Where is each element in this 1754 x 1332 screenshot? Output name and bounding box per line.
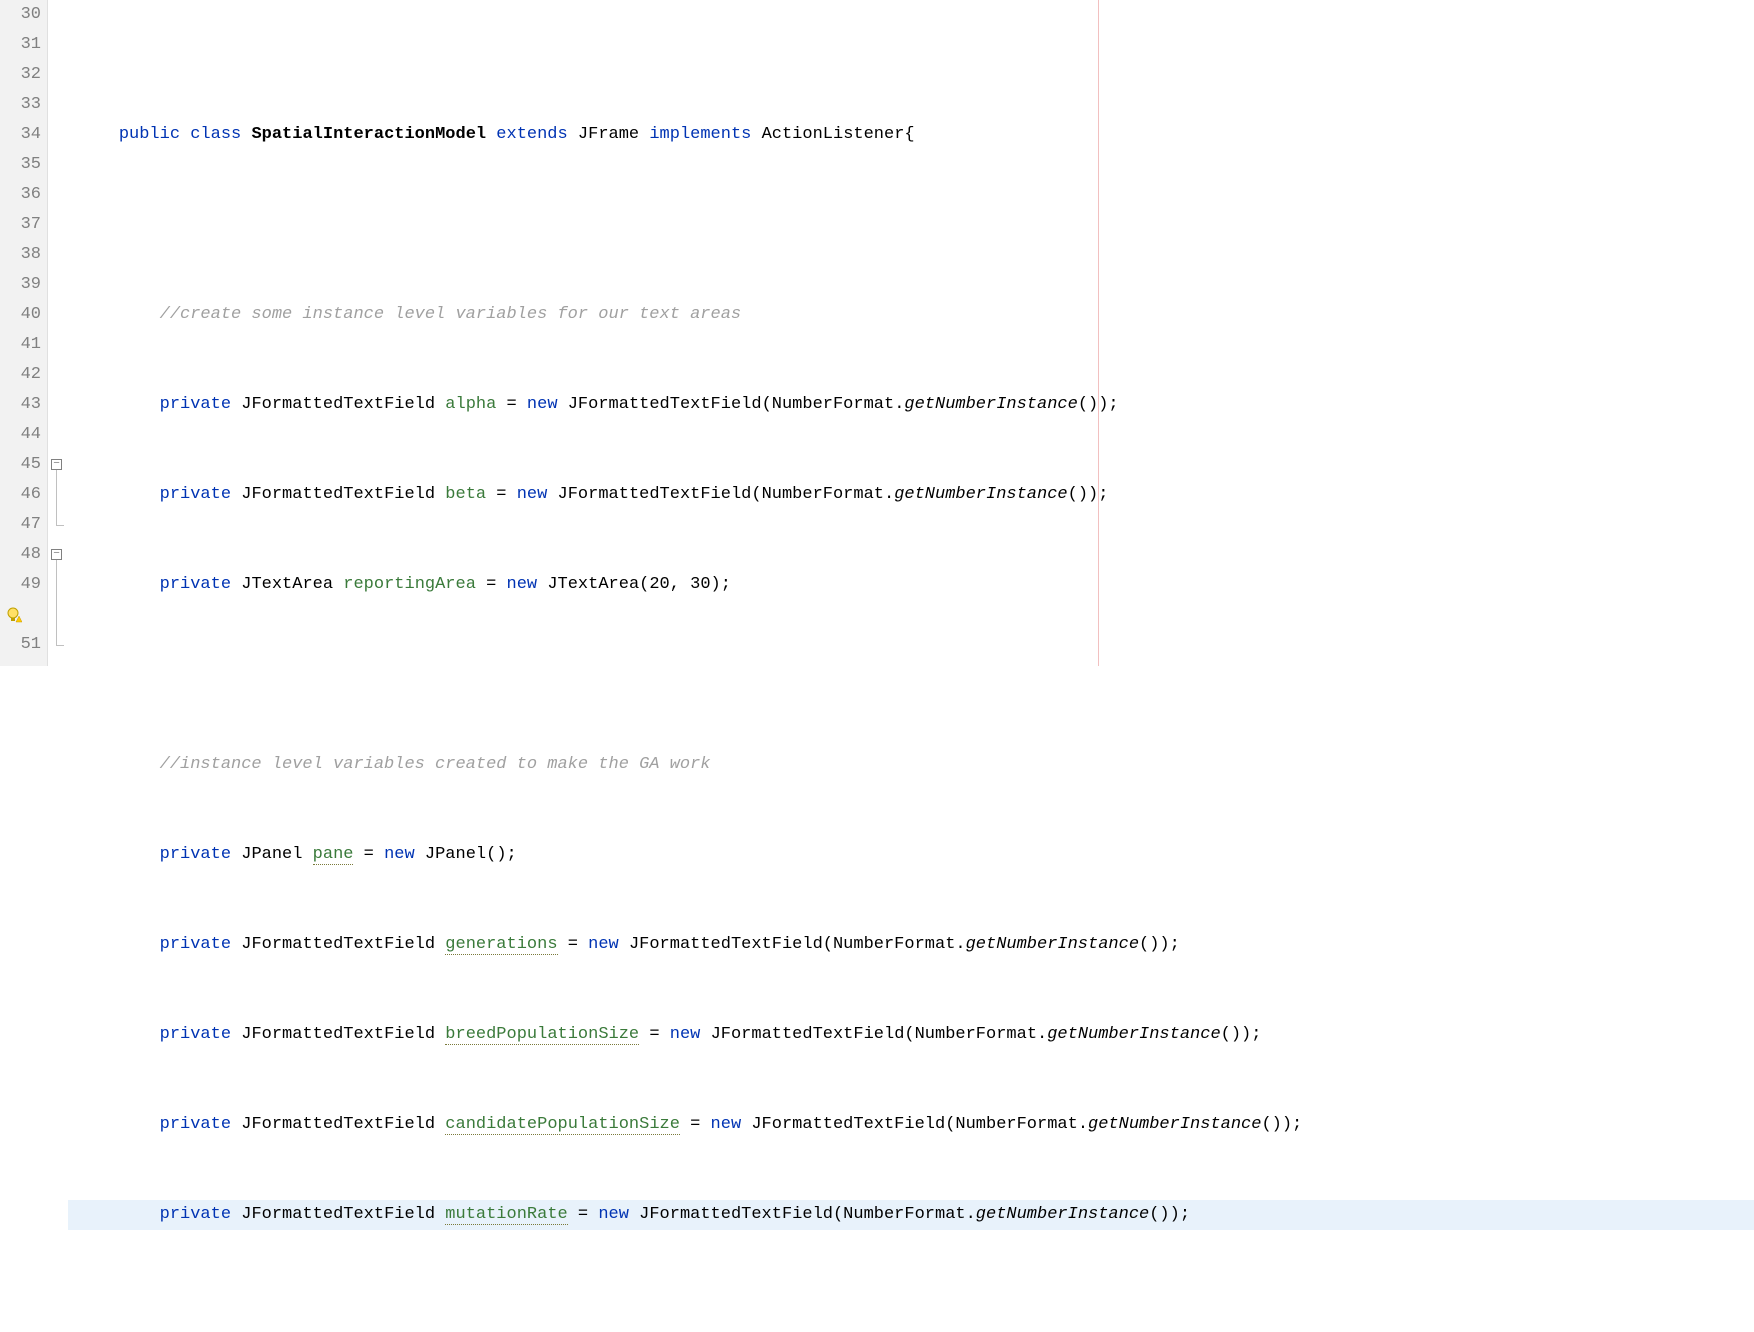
line-number: 42 [0,360,41,390]
code-line[interactable]: private JFormattedTextField generations … [68,930,1754,960]
line-number: 37 [0,210,41,240]
line-number: 41 [0,330,41,360]
code-area[interactable]: public class SpatialInteractionModel ext… [68,0,1754,666]
code-line[interactable]: private JFormattedTextField alpha = new … [68,390,1754,420]
fold-toggle-icon[interactable]: − [51,459,62,470]
line-number: 32 [0,60,41,90]
code-line[interactable] [68,660,1754,690]
line-number: 35 [0,150,41,180]
fold-column: − − [48,0,68,666]
fold-toggle-icon[interactable]: − [51,549,62,560]
code-line[interactable]: //create some instance level variables f… [68,300,1754,330]
fold-row: − [48,450,68,480]
line-number: 48 [0,540,41,570]
line-number: 44 [0,420,41,450]
code-line[interactable]: private JFormattedTextField beta = new J… [68,480,1754,510]
code-editor[interactable]: 30 31 32 33 34 35 36 37 38 39 40 41 42 4… [0,0,1754,666]
code-line[interactable]: //instance level variables created to ma… [68,750,1754,780]
code-line[interactable]: public class SpatialInteractionModel ext… [68,120,1754,150]
fold-row: − [48,540,68,570]
line-number: 46 [0,480,41,510]
line-number: 33 [0,90,41,120]
bulb-warn-icon[interactable] [6,607,22,623]
line-number: 49 [0,570,41,600]
line-number: 51 [0,630,41,660]
line-gutter: 30 31 32 33 34 35 36 37 38 39 40 41 42 4… [0,0,48,666]
code-line[interactable]: private JFormattedTextField candidatePop… [68,1110,1754,1140]
line-number: 30 [0,0,41,30]
code-line[interactable] [68,1290,1754,1320]
line-number: 34 [0,120,41,150]
code-line[interactable]: private JFormattedTextField breedPopulat… [68,1020,1754,1050]
right-margin-guide [1098,0,1099,666]
code-line[interactable] [68,210,1754,240]
line-number: 38 [0,240,41,270]
line-number: 39 [0,270,41,300]
code-line-current[interactable]: private JFormattedTextField mutationRate… [68,1200,1754,1230]
line-number: 43 [0,390,41,420]
line-number: 47 [0,510,41,540]
code-line[interactable]: private JPanel pane = new JPanel(); [68,840,1754,870]
line-number [0,600,41,630]
line-number: 31 [0,30,41,60]
line-number: 45 [0,450,41,480]
line-number: 36 [0,180,41,210]
code-line[interactable]: private JTextArea reportingArea = new JT… [68,570,1754,600]
line-number: 40 [0,300,41,330]
